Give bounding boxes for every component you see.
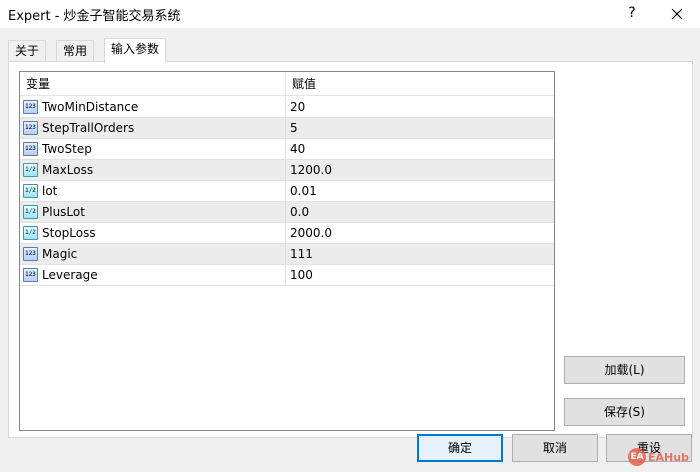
tab-bar: 关于 常用 输入参数 bbox=[8, 38, 692, 63]
variable-cell[interactable]: 123 TwoMinDistance bbox=[20, 97, 286, 117]
table-row[interactable]: 123 Magic 111 bbox=[20, 244, 554, 265]
variable-cell[interactable]: 1/2 MaxLoss bbox=[20, 160, 286, 180]
integer-type-icon: 123 bbox=[23, 247, 38, 261]
table-row[interactable]: 123 TwoStep 40 bbox=[20, 139, 554, 160]
watermark-logo-icon: EA bbox=[628, 448, 646, 466]
table-row[interactable]: 123 StepTrallOrders 5 bbox=[20, 118, 554, 139]
variable-cell[interactable]: 1/2 lot bbox=[20, 181, 286, 201]
column-header-variable[interactable]: 变量 bbox=[20, 72, 286, 96]
double-type-icon: 1/2 bbox=[23, 184, 38, 198]
table-row[interactable]: 1/2 MaxLoss 1200.0 bbox=[20, 160, 554, 181]
ok-button[interactable]: 确定 bbox=[417, 434, 503, 462]
parameters-grid[interactable]: 变量 赋值 123 TwoMinDistance 20 123 StepTrallOrd… bbox=[19, 71, 555, 431]
table-row[interactable]: 123 TwoMinDistance 20 bbox=[20, 97, 554, 118]
integer-type-icon: 123 bbox=[23, 142, 38, 156]
variable-cell[interactable]: 123 TwoStep bbox=[20, 139, 286, 159]
value-cell[interactable]: 5 bbox=[286, 118, 554, 138]
column-header-value[interactable]: 赋值 bbox=[286, 72, 554, 96]
double-type-icon: 1/2 bbox=[23, 163, 38, 177]
value-cell[interactable]: 40 bbox=[286, 139, 554, 159]
variable-name: TwoStep bbox=[42, 142, 92, 156]
value-cell[interactable]: 111 bbox=[286, 244, 554, 264]
cancel-button[interactable]: 取消 bbox=[512, 434, 598, 462]
value-cell[interactable]: 1200.0 bbox=[286, 160, 554, 180]
table-row[interactable]: 1/2 StopLoss 2000.0 bbox=[20, 223, 554, 244]
double-type-icon: 1/2 bbox=[23, 226, 38, 240]
variable-name: PlusLot bbox=[42, 205, 85, 219]
variable-cell[interactable]: 123 Magic bbox=[20, 244, 286, 264]
tab-inputs[interactable]: 输入参数 bbox=[104, 38, 167, 63]
tab-common[interactable]: 常用 bbox=[56, 40, 95, 62]
value-cell[interactable]: 20 bbox=[286, 97, 554, 117]
tab-about[interactable]: 关于 bbox=[8, 40, 47, 62]
table-row[interactable]: 1/2 PlusLot 0.0 bbox=[20, 202, 554, 223]
variable-name: Leverage bbox=[42, 268, 98, 282]
title-bar: Expert - 炒金子智能交易系统 ? bbox=[0, 0, 700, 28]
load-button[interactable]: 加载(L) bbox=[564, 356, 685, 384]
value-cell[interactable]: 0.01 bbox=[286, 181, 554, 201]
window-title: Expert - 炒金子智能交易系统 bbox=[8, 9, 181, 24]
close-icon bbox=[671, 8, 683, 19]
integer-type-icon: 123 bbox=[23, 268, 38, 282]
save-button[interactable]: 保存(S) bbox=[564, 398, 685, 426]
variable-cell[interactable]: 123 StepTrallOrders bbox=[20, 118, 286, 138]
help-button[interactable]: ? bbox=[618, 2, 646, 26]
variable-name: Magic bbox=[42, 247, 78, 261]
value-cell[interactable]: 100 bbox=[286, 265, 554, 285]
table-row[interactable]: 1/2 lot 0.01 bbox=[20, 181, 554, 202]
variable-name: StopLoss bbox=[42, 226, 96, 240]
integer-type-icon: 123 bbox=[23, 100, 38, 114]
eahub-watermark: EA EAHub bbox=[628, 447, 689, 467]
watermark-text: EAHub bbox=[648, 450, 689, 464]
variable-name: MaxLoss bbox=[42, 163, 94, 177]
variable-name: StepTrallOrders bbox=[42, 121, 135, 135]
variable-name: TwoMinDistance bbox=[42, 100, 139, 114]
table-row[interactable]: 123 Leverage 100 bbox=[20, 265, 554, 286]
value-cell[interactable]: 2000.0 bbox=[286, 223, 554, 243]
grid-header: 变量 赋值 bbox=[20, 72, 554, 96]
variable-name: lot bbox=[42, 184, 58, 198]
double-type-icon: 1/2 bbox=[23, 205, 38, 219]
variable-cell[interactable]: 1/2 StopLoss bbox=[20, 223, 286, 243]
integer-type-icon: 123 bbox=[23, 121, 38, 135]
close-button[interactable] bbox=[660, 2, 694, 26]
variable-cell[interactable]: 1/2 PlusLot bbox=[20, 202, 286, 222]
value-cell[interactable]: 0.0 bbox=[286, 202, 554, 222]
variable-cell[interactable]: 123 Leverage bbox=[20, 265, 286, 285]
grid-rows: 123 TwoMinDistance 20 123 StepTrallOrders 5 12… bbox=[20, 97, 554, 286]
